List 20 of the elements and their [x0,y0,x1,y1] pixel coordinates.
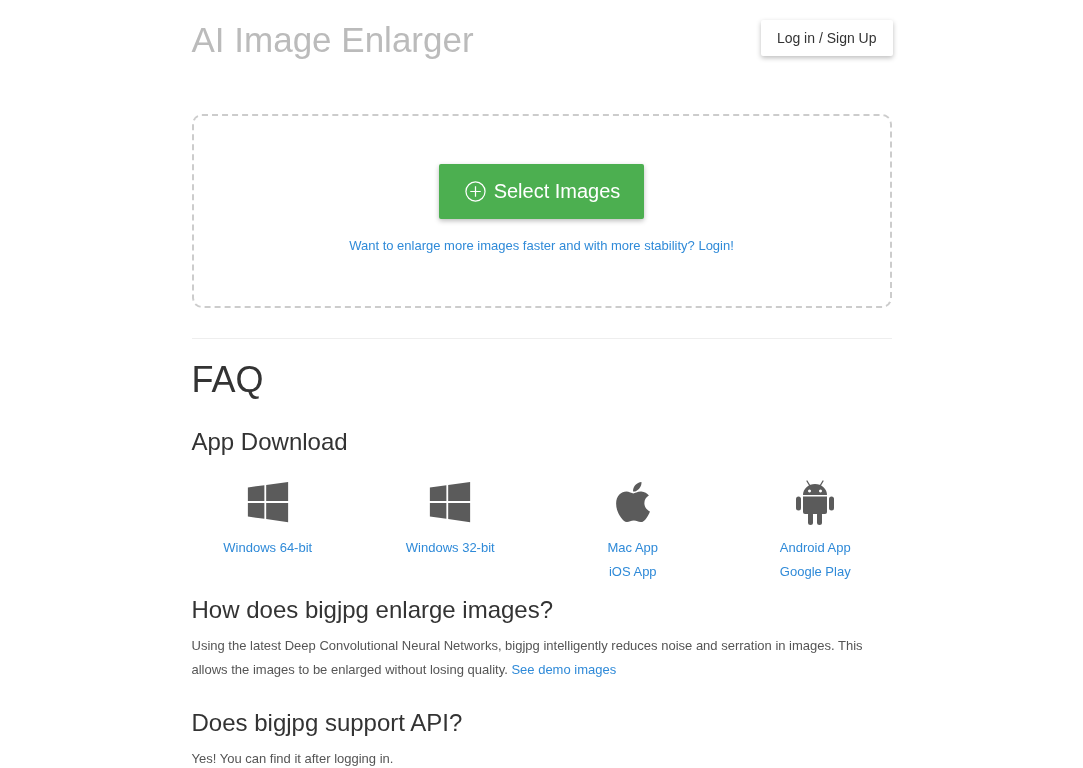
answer-text: Using the latest Deep Convolutional Neural Networks, bigjpg intelligently reduces noise and serration in images. This allows the images to be enlarged without losing quality. See demo images [191,637,864,679]
login-prompt-link[interactable]: Want to enlarge more images faster and with more stability? Login! [349,236,734,256]
download-link[interactable]: Mac App [607,536,659,560]
download-link[interactable]: Android App [779,536,851,560]
download-link[interactable]: Windows 64-bit [223,536,313,560]
android-robot-icon [795,479,836,525]
faq-heading: FAQ [191,360,265,400]
download-link[interactable]: Google Play [779,560,851,584]
question-heading: How does bigjpg enlarge images? [191,596,555,624]
answer-text: Yes! You can find it after logging in. [191,750,395,768]
download-link[interactable]: iOS App [608,560,657,584]
demo-images-link[interactable]: See demo images [511,662,617,677]
circled-plus-icon [464,181,486,202]
login-signup-button[interactable]: Log in / Sign Up [760,20,893,56]
question-heading: Does bigjpg support API? [191,709,464,737]
image-drop-zone[interactable]: Select Images Want to enlarge more images faster and with more stability? Login! [191,114,892,308]
download-link[interactable]: Windows 32-bit [405,536,495,560]
site-title: AI Image Enlarger [191,20,474,60]
section-heading: App Download [191,428,349,456]
select-images-button[interactable]: Select Images [438,164,645,219]
